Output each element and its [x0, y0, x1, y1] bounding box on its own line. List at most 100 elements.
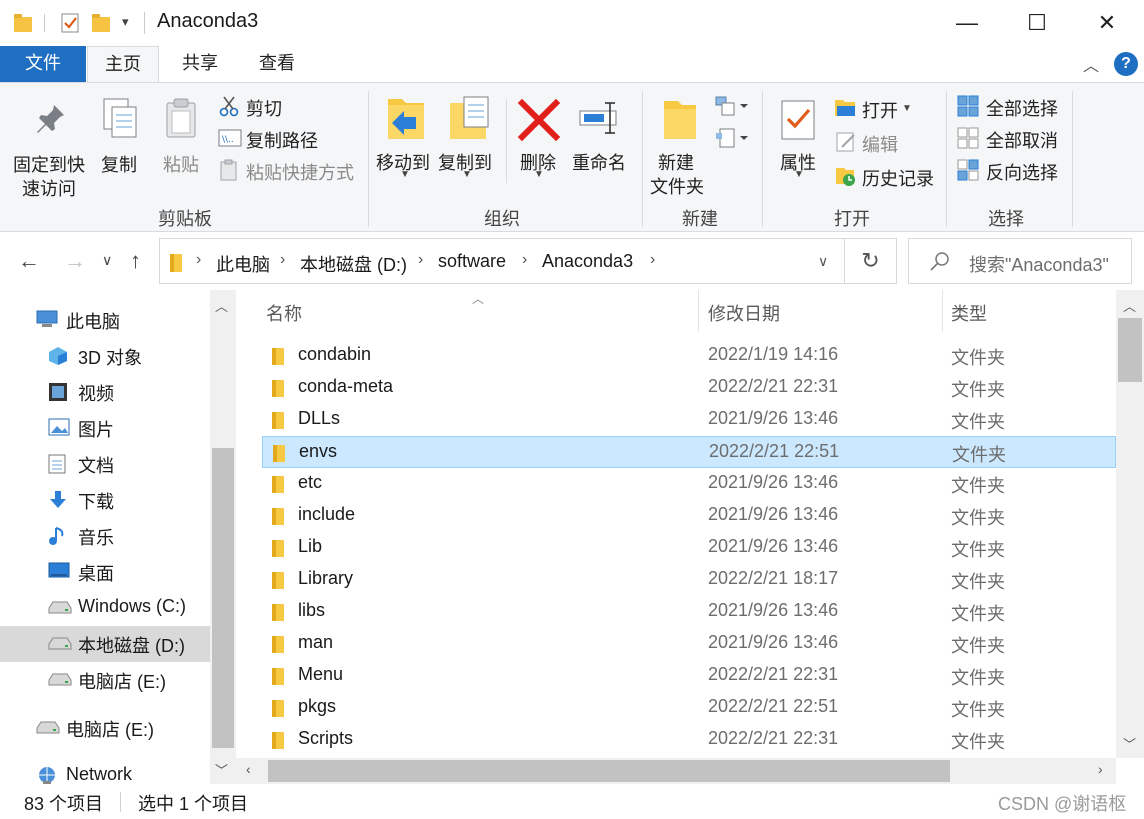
up-arrow-icon[interactable]: ↑ [130, 248, 141, 274]
file-row[interactable]: man 2021/9/26 13:46 文件夹 [262, 628, 1116, 660]
pin-quick-access-button[interactable]: 固定到快 速访问 [10, 95, 90, 199]
help-icon[interactable]: ? [1114, 52, 1138, 76]
nav-item[interactable]: 桌面 [0, 554, 210, 590]
file-row[interactable]: condabin 2022/1/19 14:16 文件夹 [262, 340, 1116, 372]
copy-path-button[interactable]: \\.. 复制路径 [216, 125, 326, 153]
customize-quick-access-icon[interactable]: ▾ [122, 14, 129, 30]
file-type: 文件夹 [951, 732, 1005, 752]
paste-shortcut-button[interactable]: 粘贴快捷方式 [216, 157, 360, 185]
edit-button[interactable]: 编辑 [834, 129, 934, 157]
file-name: Menu [298, 664, 344, 684]
copy-to-button[interactable]: 复制到 ▼ [436, 93, 498, 189]
copy-icon [103, 98, 137, 138]
delete-button[interactable]: 删除 ▼ [516, 93, 562, 189]
folder-icon [272, 700, 284, 717]
maximize-button[interactable]: ☐ [1002, 0, 1072, 46]
chevron-right-icon[interactable]: › [522, 251, 527, 269]
file-row[interactable]: libs 2021/9/26 13:46 文件夹 [262, 596, 1116, 628]
chevron-right-icon[interactable]: › [280, 251, 285, 269]
horizontal-scrollbar-thumb[interactable] [268, 760, 950, 782]
nav-item[interactable]: 视频 [0, 374, 210, 410]
tab-view[interactable]: 查看 [244, 46, 310, 82]
nav-item[interactable]: 音乐 [0, 518, 210, 554]
folder-icon [272, 636, 284, 653]
group-divider [1072, 91, 1073, 227]
minimize-button[interactable]: — [932, 0, 1002, 46]
file-name: libs [298, 600, 326, 620]
breadcrumb-anaconda3[interactable]: Anaconda3 [542, 251, 633, 272]
open-button[interactable]: 打开 ▼ [834, 95, 934, 123]
dropdown-arrow-icon: ▼ [902, 103, 912, 114]
paste-icon [166, 98, 196, 138]
file-row[interactable]: DLLs 2021/9/26 13:46 文件夹 [262, 404, 1116, 436]
refresh-button[interactable]: ↻ [845, 238, 897, 284]
scroll-right-icon[interactable]: › [1098, 761, 1103, 777]
nav-item[interactable]: Windows (C:) [0, 590, 210, 626]
paste-button[interactable]: 粘贴 [158, 95, 206, 175]
nav-item-label: Network [66, 764, 133, 784]
vertical-scrollbar-thumb[interactable] [1118, 318, 1142, 382]
breadcrumb-this-pc[interactable]: 此电脑 [216, 251, 270, 277]
copy-button[interactable]: 复制 [96, 95, 144, 175]
invert-selection-button[interactable]: 反向选择 [956, 157, 1066, 185]
scroll-up-icon[interactable]: ︿ [215, 296, 228, 315]
file-row[interactable]: pkgs 2022/2/21 22:51 文件夹 [262, 692, 1116, 724]
rename-button[interactable]: 重命名 [570, 93, 632, 189]
select-all-button[interactable]: 全部选择 [956, 93, 1066, 121]
file-row[interactable]: etc 2021/9/26 13:46 文件夹 [262, 468, 1116, 500]
ribbon: 固定到快 速访问 复制 粘贴 剪切 \\.. 复制路径 粘贴快捷方式 剪贴板 移… [0, 82, 1144, 232]
breadcrumb-software[interactable]: software [438, 251, 506, 272]
tab-share[interactable]: 共享 [168, 46, 232, 82]
close-button[interactable]: ✕ [1072, 0, 1142, 46]
nav-item-label: 本地磁盘 (D:) [78, 636, 185, 656]
nav-item[interactable]: 文档 [0, 446, 210, 482]
video-icon [48, 382, 68, 407]
collapse-ribbon-icon[interactable]: ︿ [1083, 52, 1099, 76]
nav-item[interactable]: 电脑店 (E:) [0, 662, 210, 698]
forward-arrow-icon[interactable]: → [64, 248, 86, 274]
nav-item[interactable]: 本地磁盘 (D:) [0, 626, 210, 662]
back-arrow-icon[interactable]: ← [18, 248, 40, 274]
move-to-button[interactable]: 移动到 ▼ [374, 93, 436, 189]
easy-access-button[interactable] [712, 127, 752, 151]
address-history-dropdown-icon[interactable]: ∨ [818, 253, 828, 270]
nav-item[interactable]: 3D 对象 [0, 338, 210, 374]
nav-item[interactable]: 下载 [0, 482, 210, 518]
new-folder-button[interactable]: 新建 文件夹 [648, 93, 710, 197]
nav-item[interactable]: 此电脑 [0, 302, 210, 338]
chevron-right-icon[interactable]: › [650, 251, 655, 269]
divider [44, 14, 45, 32]
recent-locations-icon[interactable]: ∨ [102, 252, 112, 269]
properties-button[interactable]: 属性 ▼ [770, 93, 826, 193]
address-bar[interactable]: › 此电脑 › 本地磁盘 (D:) › software › Anaconda3… [159, 238, 845, 284]
file-row[interactable]: Lib 2021/9/26 13:46 文件夹 [262, 532, 1116, 564]
cut-button[interactable]: 剪切 [216, 93, 306, 121]
nav-item[interactable]: 电脑店 (E:) [0, 710, 210, 746]
file-row[interactable]: envs 2022/2/21 22:51 文件夹 [262, 436, 1116, 468]
breadcrumb-drive-d[interactable]: 本地磁盘 (D:) [300, 251, 407, 277]
nav-item-label: 3D 对象 [78, 348, 143, 368]
select-none-button[interactable]: 全部取消 [956, 125, 1066, 153]
scroll-down-icon[interactable]: ﹀ [215, 760, 228, 779]
file-type: 文件夹 [952, 445, 1006, 465]
scroll-up-icon[interactable]: ︿ [1123, 296, 1136, 315]
file-row[interactable]: conda-meta 2022/2/21 22:31 文件夹 [262, 372, 1116, 404]
chevron-right-icon[interactable]: › [196, 251, 201, 269]
file-row[interactable]: Menu 2022/2/21 22:31 文件夹 [262, 660, 1116, 692]
scroll-left-icon[interactable]: ‹ [246, 761, 251, 777]
file-row[interactable]: Library 2022/2/21 18:17 文件夹 [262, 564, 1116, 596]
tab-file[interactable]: 文件 [0, 46, 86, 82]
search-box[interactable]: 搜索"Anaconda3" [908, 238, 1132, 284]
new-folder-quick-icon[interactable] [92, 12, 112, 34]
nav-scrollbar-thumb[interactable] [212, 448, 234, 748]
nav-item[interactable]: 图片 [0, 410, 210, 446]
history-button[interactable]: 历史记录 [834, 163, 944, 191]
file-row[interactable]: Scripts 2022/2/21 22:31 文件夹 [262, 724, 1116, 756]
new-item-button[interactable] [712, 95, 752, 119]
chevron-right-icon[interactable]: › [418, 251, 423, 269]
file-row[interactable]: include 2021/9/26 13:46 文件夹 [262, 500, 1116, 532]
properties-quick-icon[interactable] [60, 12, 80, 34]
tab-home[interactable]: 主页 [87, 46, 159, 83]
window-title: Anaconda3 [157, 10, 259, 32]
scroll-down-icon[interactable]: ﹀ [1123, 734, 1136, 753]
